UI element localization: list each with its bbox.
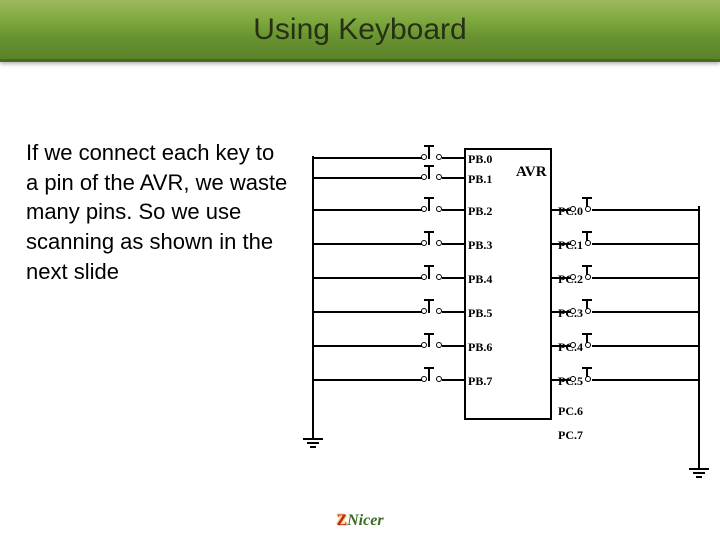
key-switch-pb5 (312, 302, 460, 320)
pin-label-pc6: PC.6 (558, 404, 583, 419)
key-switch-pc2 (552, 268, 700, 286)
avr-label: AVR (516, 164, 547, 181)
key-switch-pb4 (312, 268, 460, 286)
key-switch-pb6 (312, 336, 460, 354)
footer-logo: ZNicer (336, 512, 383, 530)
slide-header: Using Keyboard (0, 0, 720, 62)
key-switch-pb2 (312, 200, 460, 218)
slide-title: Using Keyboard (253, 13, 466, 47)
pin-label-pb0: PB.0 (468, 152, 492, 167)
pin-label-pb2: PB.2 (468, 204, 492, 219)
key-switch-pb0 (312, 148, 460, 166)
pin-label-pb6: PB.6 (468, 340, 492, 355)
key-switch-pc0 (552, 200, 700, 218)
pin-label-pc7: PC.7 (558, 428, 583, 443)
body-text-column: If we connect each key to a pin of the A… (0, 120, 300, 500)
logo-z: Z (336, 512, 347, 529)
keyboard-diagram: AVR PB.0 PB.1 PB.2 PB.3 PB.4 PB.5 PB.6 P… (312, 148, 702, 468)
pin-label-pb4: PB.4 (468, 272, 492, 287)
key-switch-pc3 (552, 302, 700, 320)
pin-label-pb3: PB.3 (468, 238, 492, 253)
key-switch-pb1 (312, 168, 460, 186)
pin-label-pb7: PB.7 (468, 374, 492, 389)
pin-label-pb1: PB.1 (468, 172, 492, 187)
logo-text: Nicer (347, 512, 383, 529)
key-switch-pc1 (552, 234, 700, 252)
pin-label-pb5: PB.5 (468, 306, 492, 321)
ground-symbol-left (301, 432, 325, 450)
key-switch-pc5 (552, 370, 700, 388)
key-switch-pb3 (312, 234, 460, 252)
key-switch-pc4 (552, 336, 700, 354)
body-paragraph: If we connect each key to a pin of the A… (26, 138, 290, 286)
key-switch-pb7 (312, 370, 460, 388)
ground-symbol-right (687, 462, 711, 480)
ground-bus-left (312, 156, 314, 434)
